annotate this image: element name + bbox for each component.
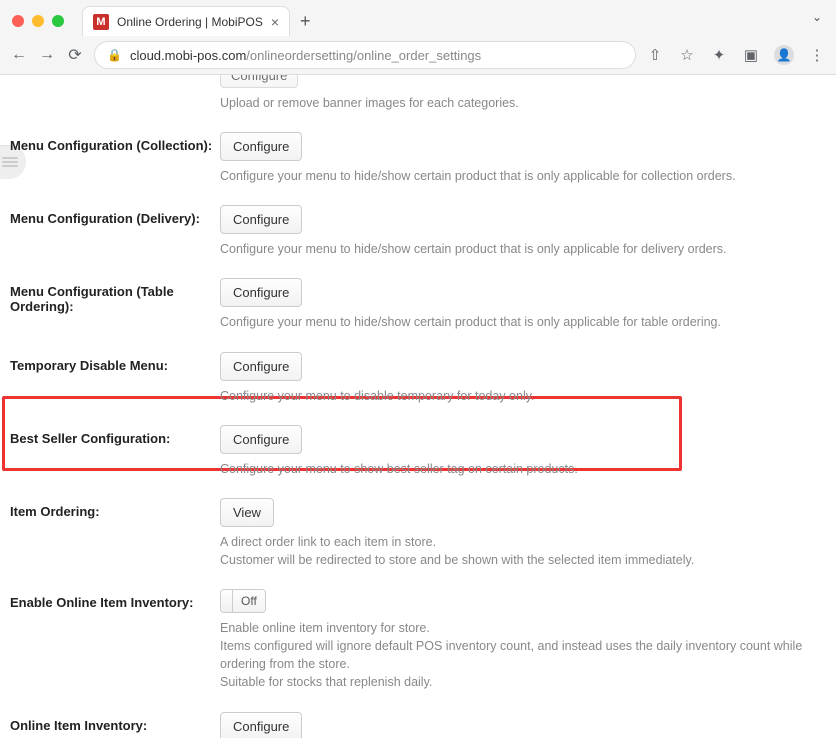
setting-description: Configure your menu to disable temporary… xyxy=(220,387,826,405)
setting-row-menu-config-collection: Menu Configuration (Collection):Configur… xyxy=(10,118,826,191)
setting-body: Off Enable online item inventory for stor… xyxy=(220,589,826,692)
browser-menu-icon[interactable]: ⋮ xyxy=(808,46,826,64)
url-text: cloud.mobi-pos.com/onlineordersetting/on… xyxy=(130,48,481,63)
category-banner-button[interactable]: Configure xyxy=(220,75,298,88)
tab-title: Online Ordering | MobiPOS xyxy=(117,15,263,29)
toolbar-right-icons: ⇧ ☆ ✦ ▣ 👤 ⋮ xyxy=(646,45,826,65)
address-bar[interactable]: 🔒 cloud.mobi-pos.com/onlineordersetting/… xyxy=(94,41,636,69)
temp-disable-menu-button[interactable]: Configure xyxy=(220,352,302,381)
setting-description: A direct order link to each item in stor… xyxy=(220,533,826,569)
bookmark-star-icon[interactable]: ☆ xyxy=(678,46,696,64)
setting-row-item-ordering: Item Ordering:View A direct order link to… xyxy=(10,484,826,575)
back-button[interactable]: ← xyxy=(10,46,28,64)
setting-body: View A direct order link to each item in … xyxy=(220,498,826,569)
forward-button[interactable]: → xyxy=(38,46,56,64)
extensions-puzzle-icon[interactable]: ✦ xyxy=(710,46,728,64)
best-seller-config-button[interactable]: Configure xyxy=(220,425,302,454)
setting-body: Configure Configure your menu to show bes… xyxy=(220,425,826,478)
setting-description: Configure your menu to hide/show certain… xyxy=(220,313,826,331)
setting-label: Enable Online Item Inventory: xyxy=(10,589,220,610)
setting-row-enable-online-inventory: Enable Online Item Inventory:Off Enable o… xyxy=(10,575,826,698)
enable-online-inventory-toggle[interactable]: Off xyxy=(220,589,266,613)
setting-description: Configure your menu to show best seller … xyxy=(220,460,826,478)
setting-body: Configure Upload or remove banner images … xyxy=(220,75,826,112)
setting-label: Best Seller Configuration: xyxy=(10,425,220,446)
menu-config-delivery-button[interactable]: Configure xyxy=(220,205,302,234)
profile-avatar-icon[interactable]: 👤 xyxy=(774,45,794,65)
reload-button[interactable]: ⟳ xyxy=(66,45,84,65)
window-close-button[interactable] xyxy=(12,15,24,27)
setting-description: Configure your menu to hide/show certain… xyxy=(220,167,826,185)
browser-chrome: M Online Ordering | MobiPOS × + ⌄ ← → ⟳ … xyxy=(0,0,836,75)
setting-body: Configure Configure your menu to disable … xyxy=(220,352,826,405)
new-tab-button[interactable]: + xyxy=(300,11,311,32)
traffic-lights xyxy=(12,15,64,27)
setting-label: Temporary Disable Menu: xyxy=(10,352,220,373)
setting-label: Online Item Inventory: xyxy=(10,712,220,733)
setting-row-temp-disable-menu: Temporary Disable Menu:ConfigureConfigur… xyxy=(10,338,826,411)
setting-row-menu-config-delivery: Menu Configuration (Delivery):ConfigureC… xyxy=(10,191,826,264)
setting-body: Configure Configure your menu to hide/sho… xyxy=(220,205,826,258)
setting-description: Enable online item inventory for store.I… xyxy=(220,619,826,692)
lock-icon: 🔒 xyxy=(107,48,122,62)
setting-row-menu-config-table: Menu Configuration (Table Ordering):Conf… xyxy=(10,264,826,337)
toolbar: ← → ⟳ 🔒 cloud.mobi-pos.com/onlineorderse… xyxy=(0,36,836,74)
setting-label: Menu Configuration (Table Ordering): xyxy=(10,278,220,314)
menu-config-table-button[interactable]: Configure xyxy=(220,278,302,307)
setting-description: Upload or remove banner images for each … xyxy=(220,94,826,112)
setting-body: Configure Configure your menu to hide/sho… xyxy=(220,278,826,331)
menu-config-collection-button[interactable]: Configure xyxy=(220,132,302,161)
sidepanel-icon[interactable]: ▣ xyxy=(742,46,760,64)
setting-row-best-seller-config: Best Seller Configuration:ConfigureConfi… xyxy=(10,411,826,484)
setting-row-category-banner: Configure Upload or remove banner images … xyxy=(10,75,826,118)
item-ordering-button[interactable]: View xyxy=(220,498,274,527)
page-content: Configure Upload or remove banner images … xyxy=(0,75,836,738)
favicon: M xyxy=(93,14,109,30)
settings-list: Configure Upload or remove banner images … xyxy=(0,75,836,738)
window-minimize-button[interactable] xyxy=(32,15,44,27)
setting-description: Configure your menu to hide/show certain… xyxy=(220,240,826,258)
tab-close-button[interactable]: × xyxy=(271,15,279,29)
setting-label: Menu Configuration (Collection): xyxy=(10,132,220,153)
setting-body: Configure Configure your menu to hide/sho… xyxy=(220,132,826,185)
setting-label: Item Ordering: xyxy=(10,498,220,519)
setting-row-online-inventory: Online Item Inventory:ConfigureConfigure… xyxy=(10,698,826,738)
window-tabs-row: M Online Ordering | MobiPOS × + ⌄ xyxy=(0,0,836,36)
setting-body: ConfigureConfigure item inventory count … xyxy=(220,712,826,738)
setting-label: Menu Configuration (Delivery): xyxy=(10,205,220,226)
tab-list-chevron-icon[interactable]: ⌄ xyxy=(812,10,822,24)
browser-tab[interactable]: M Online Ordering | MobiPOS × xyxy=(82,6,290,36)
online-inventory-button[interactable]: Configure xyxy=(220,712,302,738)
share-icon[interactable]: ⇧ xyxy=(646,46,664,64)
window-zoom-button[interactable] xyxy=(52,15,64,27)
